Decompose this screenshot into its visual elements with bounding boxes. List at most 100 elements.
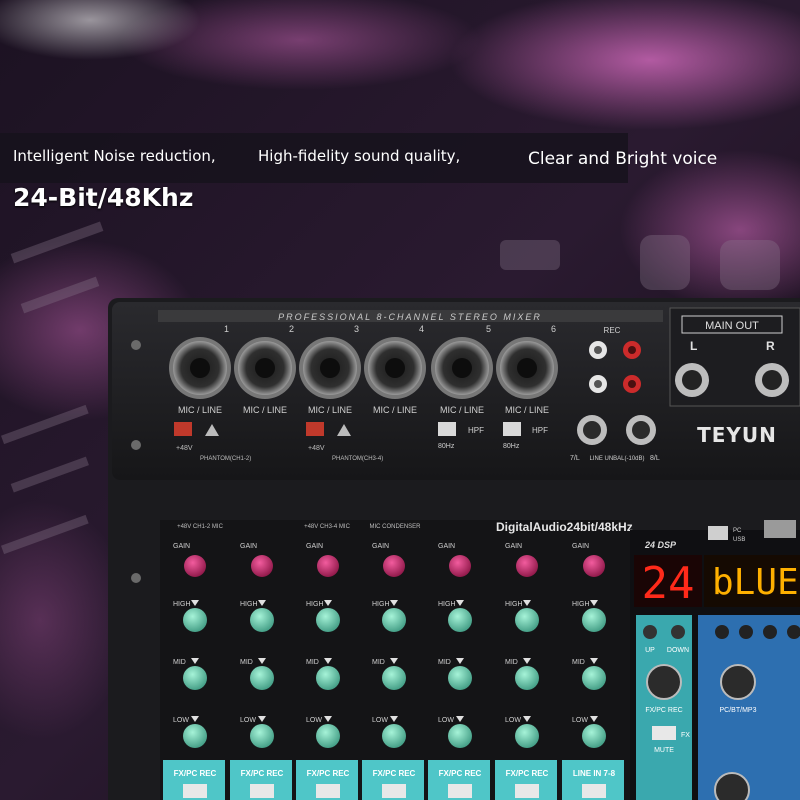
pc-label: PC (733, 528, 742, 534)
mute-label: MUTE (654, 747, 674, 754)
fx-pc-rec-button[interactable] (448, 784, 472, 798)
phantom-voltage-1: +48V (176, 445, 193, 452)
phantom-voltage-2: +48V (308, 445, 325, 452)
fx-pc-rec-button[interactable] (515, 784, 539, 798)
mute-button[interactable] (652, 726, 676, 740)
fx-pc-rec-label: FX/PC REC (439, 769, 482, 778)
led-number: 24 (642, 558, 695, 609)
eq-label: MID (306, 659, 319, 666)
eq-knob[interactable] (448, 724, 472, 748)
mic-line-label: MIC / LINE (178, 405, 222, 415)
channel-number: 2 (289, 324, 294, 334)
fx-pc-rec-label: FX/PC REC (373, 769, 416, 778)
eq-knob[interactable] (448, 666, 472, 690)
pc-usb-switch[interactable] (708, 526, 728, 540)
eq-knob[interactable] (515, 608, 539, 632)
hpf-freq-5: 80Hz (438, 443, 455, 450)
eq-label: MID (173, 659, 186, 666)
jack-7-label: 7/L (570, 455, 580, 462)
jack-hole (385, 358, 405, 378)
gain-knob[interactable] (317, 555, 339, 577)
top-label-3: MIC CONDENSER (369, 524, 421, 530)
channel-number: 5 (486, 324, 491, 334)
eq-label: HIGH (306, 601, 324, 608)
fx-pc-rec-label: FX/PC REC (307, 769, 350, 778)
down-button[interactable] (671, 625, 685, 639)
dsp-badge: 24 DSP (644, 540, 677, 550)
fx-pc-rec-button[interactable] (316, 784, 340, 798)
eq-knob[interactable] (316, 666, 340, 690)
eq-knob[interactable] (515, 666, 539, 690)
hpf-freq-6: 80Hz (503, 443, 520, 450)
jack-hole (190, 358, 210, 378)
up-button[interactable] (643, 625, 657, 639)
eq-knob[interactable] (316, 724, 340, 748)
eq-label: LOW (438, 717, 454, 724)
jack-hole (452, 358, 472, 378)
gain-label: GAIN (306, 543, 323, 550)
phantom-switch-1[interactable] (174, 422, 192, 436)
eq-label: HIGH (438, 601, 456, 608)
eq-label: MID (438, 659, 451, 666)
media-button-1[interactable] (715, 625, 729, 639)
eq-knob[interactable] (183, 724, 207, 748)
eq-knob[interactable] (382, 666, 406, 690)
eq-knob[interactable] (250, 608, 274, 632)
fx-pc-rec-button[interactable] (382, 784, 406, 798)
eq-knob[interactable] (183, 608, 207, 632)
media-button-2[interactable] (739, 625, 753, 639)
eq-knob[interactable] (183, 666, 207, 690)
phantom-switch-2[interactable] (306, 422, 324, 436)
eq-label: HIGH (240, 601, 258, 608)
fx-knob[interactable] (646, 664, 682, 700)
gain-knob[interactable] (583, 555, 605, 577)
eq-knob[interactable] (250, 724, 274, 748)
eq-knob[interactable] (582, 608, 606, 632)
media-knob[interactable] (720, 664, 756, 700)
eq-knob[interactable] (316, 608, 340, 632)
hpf-switch-6[interactable] (503, 422, 521, 436)
fx-pc-rec-label: FX/PC REC (174, 769, 217, 778)
gain-knob[interactable] (449, 555, 471, 577)
eq-label: MID (572, 659, 585, 666)
eq-label: MID (372, 659, 385, 666)
mic-line-label: MIC / LINE (373, 405, 417, 415)
eq-label: LOW (372, 717, 388, 724)
eq-knob[interactable] (382, 724, 406, 748)
gain-knob[interactable] (184, 555, 206, 577)
eq-label: LOW (173, 717, 189, 724)
eq-label: LOW (572, 717, 588, 724)
eq-knob[interactable] (515, 724, 539, 748)
eq-label: HIGH (372, 601, 390, 608)
fx-pc-rec-panel-label: FX/PC REC (645, 707, 682, 714)
eq-knob[interactable] (582, 724, 606, 748)
main-out-left-label: L (690, 339, 697, 353)
eq-knob[interactable] (448, 608, 472, 632)
gain-knob[interactable] (383, 555, 405, 577)
dsp-title: DigitalAudio24bit/48kHz (496, 520, 633, 534)
fx-pc-rec-button[interactable] (582, 784, 606, 798)
eq-knob[interactable] (250, 666, 274, 690)
gain-knob[interactable] (251, 555, 273, 577)
gain-knob[interactable] (516, 555, 538, 577)
pc-bt-mp3-label: PC/BT/MP3 (720, 707, 757, 714)
eq-knob[interactable] (582, 666, 606, 690)
mic-line-label: MIC / LINE (505, 405, 549, 415)
channel-number: 6 (551, 324, 556, 334)
brand-logo: TEYUN (697, 423, 777, 447)
usb-port[interactable] (764, 520, 796, 538)
hpf-switch-5[interactable] (438, 422, 456, 436)
media-knob-2[interactable] (714, 772, 750, 800)
jack-8-label: 8/L (650, 455, 660, 462)
led-text: bLUE (712, 562, 799, 603)
fx-pc-rec-label: LINE IN 7-8 (573, 769, 616, 778)
gain-label: GAIN (572, 543, 589, 550)
fx-pc-rec-button[interactable] (250, 784, 274, 798)
channel-number: 1 (224, 324, 229, 334)
eq-knob[interactable] (382, 608, 406, 632)
media-button-3[interactable] (763, 625, 777, 639)
gain-label: GAIN (173, 543, 190, 550)
fx-pc-rec-button[interactable] (183, 784, 207, 798)
mixer-top-label: PROFESSIONAL 8-CHANNEL STEREO MIXER (278, 312, 542, 322)
phantom-label-2: PHANTOM(CH3-4) (332, 456, 383, 462)
